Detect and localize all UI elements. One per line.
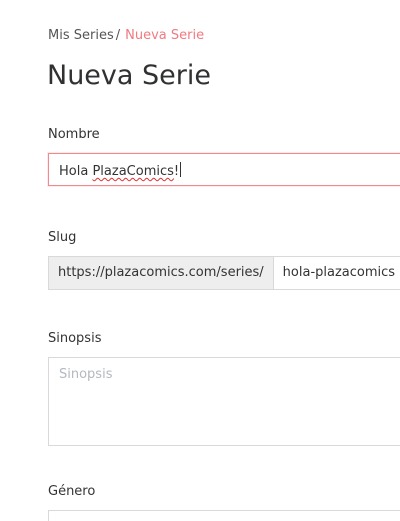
slug-input-group: https://plazacomics.com/series/ hola-pla… xyxy=(48,256,400,290)
name-value-suffix: ! xyxy=(173,164,180,179)
synopsis-placeholder: Sinopsis xyxy=(59,367,113,382)
slug-label: Slug xyxy=(48,230,77,245)
name-input[interactable]: Hola PlazaComics! xyxy=(48,153,400,186)
synopsis-textarea[interactable]: Sinopsis xyxy=(48,357,400,446)
name-label: Nombre xyxy=(48,127,100,142)
genre-label: Género xyxy=(48,484,96,499)
name-value-misspelled: PlazaComics xyxy=(92,164,174,179)
slug-input[interactable]: hola-plazacomics xyxy=(272,256,400,290)
slug-url-prefix: https://plazacomics.com/series/ xyxy=(48,256,273,290)
breadcrumb: Mis Series / Nueva Serie xyxy=(48,28,204,44)
genre-field[interactable] xyxy=(48,510,400,521)
breadcrumb-link-mis-series[interactable]: Mis Series xyxy=(48,28,114,43)
breadcrumb-current: Nueva Serie xyxy=(125,28,205,43)
synopsis-label: Sinopsis xyxy=(48,331,102,346)
breadcrumb-separator: / xyxy=(115,28,121,43)
page-title: Nueva Serie xyxy=(47,60,211,91)
name-value-prefix: Hola xyxy=(59,164,93,179)
text-caret xyxy=(180,162,182,177)
